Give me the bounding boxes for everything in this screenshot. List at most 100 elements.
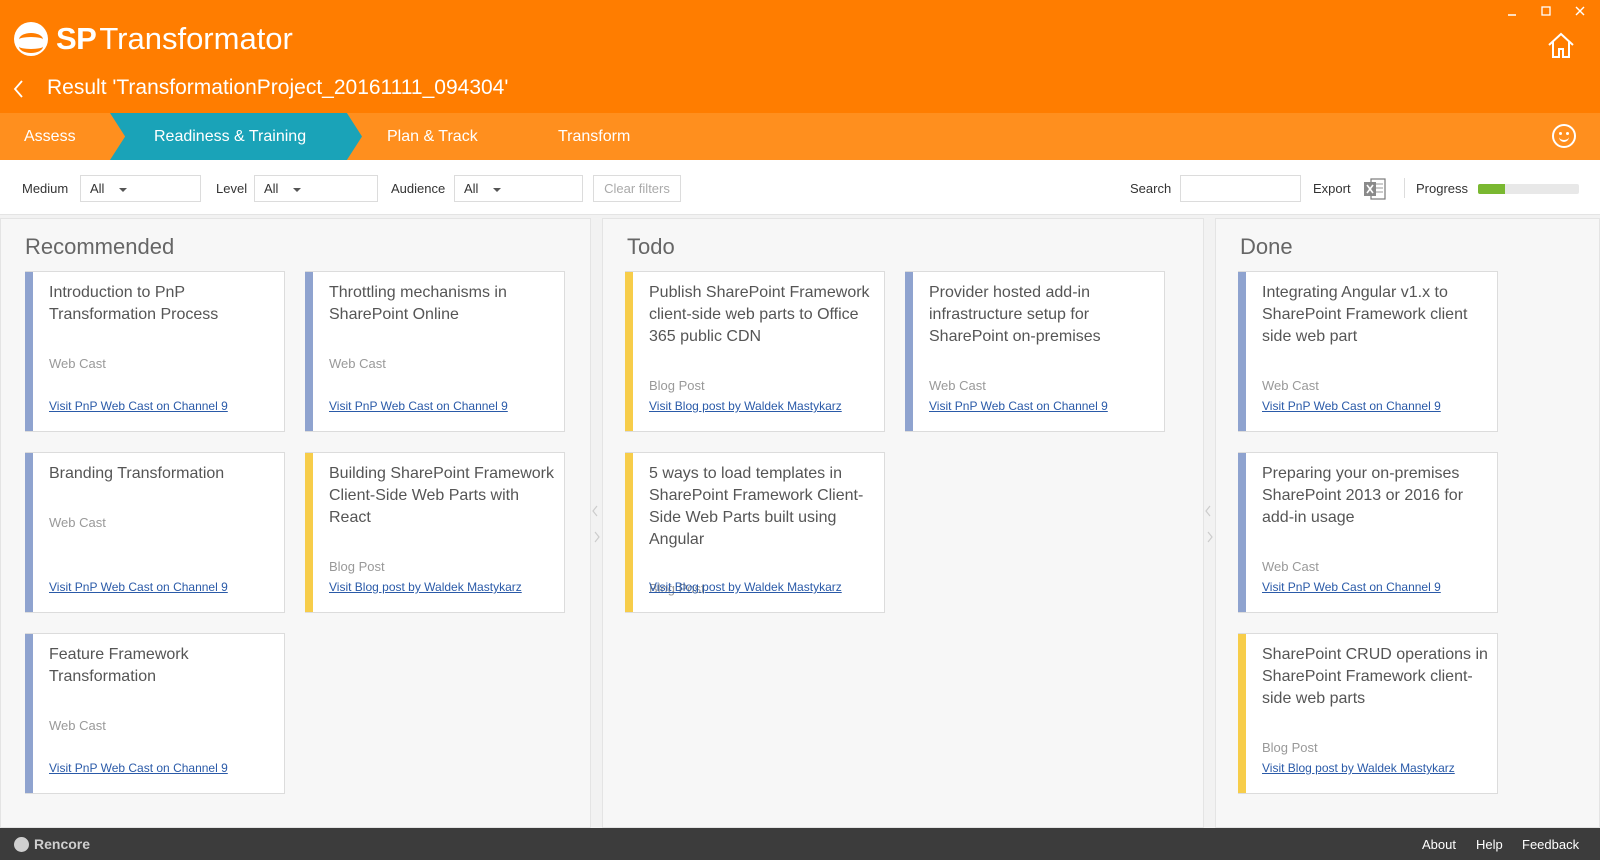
card-title: Throttling mechanisms in SharePoint Onli… <box>329 284 507 323</box>
page-title: Result 'TransformationProject_20161111_0… <box>47 76 509 99</box>
card-link[interactable]: Visit PnP Web Cast on Channel 9 <box>49 580 228 594</box>
learning-card: Provider hosted add-in infrastructure se… <box>905 271 1165 432</box>
maximize-icon[interactable] <box>1540 6 1552 18</box>
tab-bar: Assess Readiness & Training Plan & Track… <box>0 113 1600 160</box>
column-title: Done <box>1240 234 1293 259</box>
kanban-board: Recommended Introduction to PnP Transfor… <box>0 215 1600 828</box>
learning-card: Throttling mechanisms in SharePoint Onli… <box>305 271 565 432</box>
card-title: Preparing your on-premises SharePoint 20… <box>1262 465 1464 526</box>
card-type-stripe <box>305 453 313 612</box>
card-type: Blog Post <box>1262 740 1318 755</box>
card-title: Integrating Angular v1.x to SharePoint F… <box>1262 284 1468 345</box>
help-link[interactable]: Help <box>1476 837 1503 852</box>
card-type-stripe <box>625 453 633 612</box>
card-type-stripe <box>305 272 313 431</box>
tab-plan-track[interactable]: Plan & Track <box>387 113 478 160</box>
card-type: Web Cast <box>49 356 106 371</box>
tab-transform[interactable]: Transform <box>558 113 630 160</box>
card-title: Provider hosted add-in infrastructure se… <box>929 284 1101 345</box>
card-link[interactable]: Visit PnP Web Cast on Channel 9 <box>1262 399 1441 413</box>
tab-readiness-training[interactable]: Readiness & Training <box>154 113 306 160</box>
window-controls <box>1506 6 1586 18</box>
close-icon[interactable] <box>1574 6 1586 18</box>
level-label: Level <box>216 181 248 196</box>
clear-filters-button[interactable]: Clear filters <box>593 175 681 202</box>
audience-select-value: All <box>464 181 479 196</box>
collapse-right-icon[interactable] <box>1207 531 1213 543</box>
card-type: Web Cast <box>329 356 386 371</box>
excel-export-icon[interactable] <box>1363 177 1387 201</box>
card-link[interactable]: Visit PnP Web Cast on Channel 9 <box>49 761 228 775</box>
back-arrow-icon[interactable] <box>12 79 24 99</box>
card-title: Building SharePoint Framework Client-Sid… <box>329 465 554 526</box>
card-type-stripe <box>1238 634 1246 793</box>
feedback-smiley-icon[interactable] <box>1552 124 1576 148</box>
card-type-stripe <box>1238 272 1246 431</box>
learning-card: Integrating Angular v1.x to SharePoint F… <box>1238 271 1498 432</box>
minimize-icon[interactable] <box>1506 6 1518 18</box>
tab-assess[interactable]: Assess <box>24 113 76 160</box>
card-type: Web Cast <box>49 718 106 733</box>
rencore-brand: Rencore <box>14 836 90 852</box>
level-select[interactable]: All <box>254 175 378 202</box>
home-icon[interactable] <box>1546 31 1576 59</box>
app-footer: Rencore About Help Feedback <box>0 828 1600 860</box>
collapse-left-icon[interactable] <box>1205 505 1211 517</box>
card-title: Introduction to PnP Transformation Proce… <box>49 284 219 323</box>
sp-logo-icon <box>14 22 48 56</box>
feedback-link[interactable]: Feedback <box>1522 837 1579 852</box>
progress-fill <box>1478 184 1506 194</box>
card-title: 5 ways to load templates in SharePoint F… <box>649 465 864 548</box>
medium-select[interactable]: All <box>80 175 201 202</box>
card-type: Web Cast <box>1262 378 1319 393</box>
rencore-logo-icon <box>14 836 29 852</box>
column-recommended: Recommended Introduction to PnP Transfor… <box>0 218 591 828</box>
card-type-stripe <box>625 272 633 431</box>
card-title: SharePoint CRUD operations in SharePoint… <box>1262 646 1488 707</box>
card-link[interactable]: Visit PnP Web Cast on Channel 9 <box>329 399 508 413</box>
chevron-down-icon <box>119 188 127 192</box>
medium-select-value: All <box>90 181 105 196</box>
card-title: Feature Framework Transformation <box>49 646 189 685</box>
card-link[interactable]: Visit PnP Web Cast on Channel 9 <box>929 399 1108 413</box>
card-link[interactable]: Visit PnP Web Cast on Channel 9 <box>1262 580 1441 594</box>
app-header: SP Transformator Result 'TransformationP… <box>0 0 1600 113</box>
card-type-stripe <box>25 634 33 793</box>
learning-card: SharePoint CRUD operations in SharePoint… <box>1238 633 1498 794</box>
learning-card: 5 ways to load templates in SharePoint F… <box>625 452 885 613</box>
progress-bar <box>1478 184 1579 194</box>
learning-card: Feature Framework Transformation Web Cast… <box>25 633 285 794</box>
audience-label: Audience <box>391 181 446 196</box>
about-link[interactable]: About <box>1422 837 1456 852</box>
card-type: Blog Post <box>329 559 385 574</box>
column-todo: Todo Publish SharePoint Framework client… <box>602 218 1204 828</box>
card-title: Publish SharePoint Framework client-side… <box>649 284 870 345</box>
card-link[interactable]: Visit Blog post by Waldek Mastykarz <box>649 399 842 413</box>
level-select-value: All <box>264 181 279 196</box>
card-link[interactable]: Visit Blog post by Waldek Mastykarz <box>329 580 522 594</box>
column-title: Todo <box>627 234 675 259</box>
learning-card: Introduction to PnP Transformation Proce… <box>25 271 285 432</box>
card-type-stripe <box>905 272 913 431</box>
collapse-right-icon[interactable] <box>594 531 600 543</box>
app-logo: SP Transformator <box>14 20 293 58</box>
learning-card: Branding Transformation Web Cast Visit PnP… <box>25 452 285 613</box>
collapse-left-icon[interactable] <box>592 505 598 517</box>
search-input[interactable] <box>1180 175 1301 202</box>
filter-bar: Medium All Level All Audience All Clear … <box>0 160 1600 215</box>
card-link[interactable]: Visit PnP Web Cast on Channel 9 <box>49 399 228 413</box>
progress-label: Progress <box>1416 181 1469 196</box>
card-link[interactable]: Visit Blog post by Waldek Mastykarz <box>649 580 842 594</box>
card-title: Branding Transformation <box>49 465 225 482</box>
export-label: Export <box>1313 181 1351 196</box>
card-type-stripe <box>25 272 33 431</box>
audience-select[interactable]: All <box>454 175 583 202</box>
logo-sp-text: SP <box>56 21 97 56</box>
search-label: Search <box>1130 181 1172 196</box>
learning-card: Publish SharePoint Framework client-side… <box>625 271 885 432</box>
divider <box>1404 178 1405 198</box>
card-link[interactable]: Visit Blog post by Waldek Mastykarz <box>1262 761 1455 775</box>
card-type: Web Cast <box>929 378 986 393</box>
learning-card: Building SharePoint Framework Client-Sid… <box>305 452 565 613</box>
rencore-brand-label: Rencore <box>34 836 91 852</box>
